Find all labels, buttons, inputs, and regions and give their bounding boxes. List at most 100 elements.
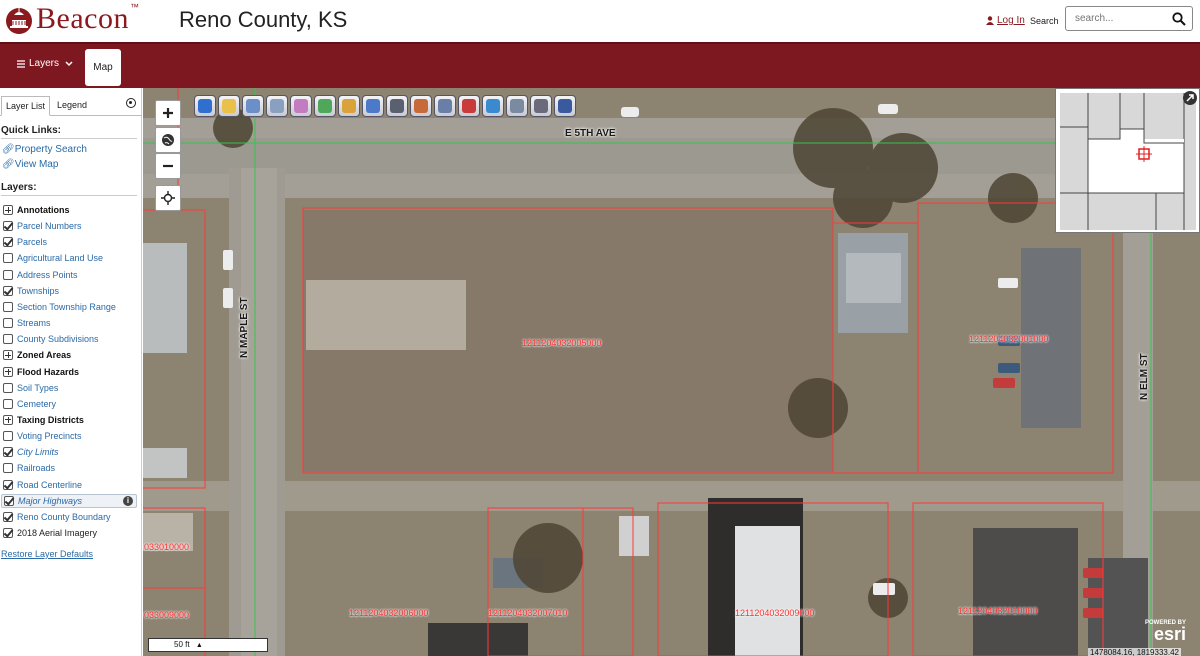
street-label-n-maple-st: N MAPLE ST <box>239 297 250 358</box>
quick-link-view-map[interactable]: 🔗︎View Map <box>2 159 58 170</box>
layer-select-icon[interactable] <box>314 95 336 117</box>
layer-checkbox[interactable] <box>3 285 13 296</box>
layer-checkbox[interactable] <box>3 301 13 312</box>
layer-checkbox[interactable] <box>3 511 13 522</box>
parcel-label[interactable]: 033009000 <box>144 610 189 620</box>
expand-icon[interactable] <box>3 366 13 377</box>
layer-row[interactable]: Section Township Range <box>3 300 116 314</box>
layer-row[interactable]: Annotations <box>3 203 70 217</box>
search-icon[interactable] <box>1172 12 1186 26</box>
zoom-in-button[interactable] <box>155 100 181 126</box>
layer-checkbox[interactable] <box>3 237 13 248</box>
expand-icon[interactable] <box>3 414 13 425</box>
layer-label: Zoned Areas <box>17 350 72 361</box>
layer-checkbox[interactable] <box>4 495 14 506</box>
layer-checkbox[interactable] <box>3 382 13 393</box>
layer-row[interactable]: Flood Hazards <box>3 365 79 379</box>
layer-row[interactable]: Cemetery <box>3 397 56 411</box>
login-label: Log In <box>997 15 1025 26</box>
identify-icon[interactable] <box>194 95 216 117</box>
print-icon-glyph <box>510 99 524 113</box>
close-panel-icon[interactable] <box>126 98 136 108</box>
overview-mini-map <box>1060 93 1196 230</box>
parcel-label[interactable]: 033010000 <box>144 542 189 552</box>
layer-checkbox[interactable] <box>3 398 13 409</box>
layer-row[interactable]: Streams <box>3 316 51 330</box>
overview-map[interactable] <box>1055 88 1200 233</box>
select-icon[interactable] <box>218 95 240 117</box>
layer-checkbox[interactable] <box>3 463 13 474</box>
layer-row[interactable]: Reno County Boundary <box>3 510 111 524</box>
save-icon[interactable] <box>554 95 576 117</box>
pan-icon[interactable] <box>266 95 288 117</box>
export-icon[interactable] <box>530 95 552 117</box>
map-view[interactable]: E 5TH AVE N MAPLE ST N ELM ST 1211204032… <box>143 88 1200 656</box>
collapse-overview-icon[interactable] <box>1183 91 1197 105</box>
parcel-label[interactable]: 1211204032005000 <box>522 338 601 348</box>
info-icon[interactable]: i <box>123 495 133 506</box>
layer-checkbox[interactable] <box>3 447 13 458</box>
layer-row[interactable]: Taxing Districts <box>3 413 84 427</box>
layer-checkbox[interactable] <box>3 479 13 490</box>
tab-layer-list[interactable]: Layer List <box>1 96 51 116</box>
parcel-label[interactable]: 1211204032009000 <box>735 608 814 618</box>
tab-legend[interactable]: Legend <box>53 96 91 116</box>
zoom-select-icon[interactable] <box>242 95 264 117</box>
buffer-icon[interactable] <box>362 95 384 117</box>
layer-label: Address Points <box>17 269 78 280</box>
parcel-label[interactable]: 1211204032010000 <box>958 606 1037 616</box>
eraser-icon[interactable] <box>290 95 312 117</box>
expand-icon[interactable] <box>3 350 13 361</box>
layer-checkbox[interactable] <box>3 334 13 345</box>
layer-checkbox[interactable] <box>3 269 13 280</box>
pin-icon[interactable] <box>338 95 360 117</box>
parcel-label[interactable]: 1211204032007010 <box>488 608 567 618</box>
layer-label: Section Township Range <box>17 301 116 312</box>
layer-checkbox[interactable] <box>3 431 13 442</box>
scale-label: 50 ft <box>174 640 190 649</box>
parcel-label[interactable]: 1211204032006000 <box>349 608 428 618</box>
layer-row[interactable]: County Subdivisions <box>3 332 99 346</box>
globe-icon <box>162 134 174 146</box>
layer-row[interactable]: Road Centerline <box>3 478 82 492</box>
layer-row[interactable]: Zoned Areas <box>3 348 71 362</box>
layer-row[interactable]: Voting Precincts <box>3 429 82 443</box>
magnify-icon[interactable] <box>434 95 456 117</box>
quick-link-property-search[interactable]: 🔗︎Property Search <box>2 144 87 155</box>
full-extent-button[interactable] <box>155 127 181 153</box>
layer-label: Parcels <box>17 237 48 248</box>
print-icon[interactable] <box>506 95 528 117</box>
parcel-label[interactable]: 1211204032001000 <box>969 334 1048 344</box>
photo-icon[interactable] <box>386 95 408 117</box>
search-input[interactable] <box>1066 7 1166 30</box>
restore-defaults-link[interactable]: Restore Layer Defaults <box>1 549 93 559</box>
expand-icon[interactable] <box>3 205 13 215</box>
abutters-icon[interactable] <box>410 95 432 117</box>
layers-menu-button[interactable]: Layers <box>17 58 75 69</box>
layer-checkbox[interactable] <box>3 528 13 538</box>
layer-row[interactable]: Railroads <box>3 461 55 475</box>
layer-row[interactable]: Soil Types <box>3 381 58 395</box>
layer-checkbox[interactable] <box>3 253 13 264</box>
layer-row[interactable]: 2018 Aerial Imagery <box>3 526 97 540</box>
beacon-logo[interactable]: Beacon ™ <box>2 2 139 35</box>
full-extent-icon[interactable] <box>482 95 504 117</box>
layer-row[interactable]: Townships <box>3 284 59 298</box>
layer-row[interactable]: Major Highways i <box>1 493 137 508</box>
aerial-imagery <box>143 88 1200 656</box>
draw-icon[interactable] <box>458 95 480 117</box>
layer-checkbox[interactable] <box>3 221 13 232</box>
layer-row[interactable]: Parcel Numbers <box>3 219 82 233</box>
layer-label: Annotations <box>17 205 70 215</box>
layer-row[interactable]: City Limits <box>3 445 59 459</box>
zoom-out-button[interactable] <box>155 153 181 179</box>
login-link[interactable]: Log In <box>986 15 1025 26</box>
map-tab-button[interactable]: Map <box>85 49 121 86</box>
layer-checkbox[interactable] <box>3 318 13 329</box>
locate-button[interactable] <box>155 185 181 211</box>
layer-row[interactable]: Parcels <box>3 235 47 249</box>
layer-row[interactable]: Agricultural Land Use <box>3 251 103 265</box>
chevron-down-icon <box>65 60 73 66</box>
triangle-up-icon: ▲ <box>195 642 203 649</box>
layer-row[interactable]: Address Points <box>3 268 78 282</box>
